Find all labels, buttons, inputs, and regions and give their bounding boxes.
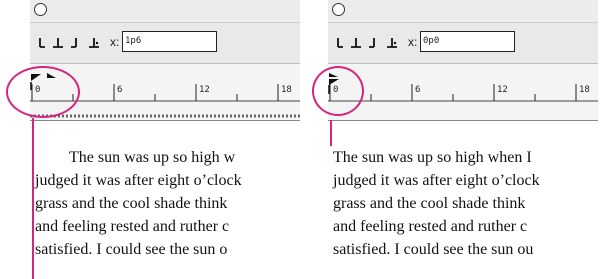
ruler-number: 12 [199,85,210,95]
tabs-toolbar: x: 0p0 [328,23,598,64]
text-line: satisfied. I could see the sun o [35,241,228,258]
x-position-label: x: [408,35,418,49]
text-line: The sun was up so high when I [333,149,532,166]
tabs-panel-after: x: 0p0 0 6 12 18 The sun was up so high … [328,0,598,279]
align-to-decimal-tab-icon[interactable] [86,35,101,51]
tabs-panel-before: x: 1p6 0 6 12 18 The sun was up so high … [30,0,300,279]
text-line: and feeling rested and ruther c [333,218,528,235]
center-justified-tab-icon[interactable] [50,35,65,51]
indent-guide-line [32,118,34,279]
panel-titlebar [30,0,300,23]
text-line: The sun was up so high w [69,149,236,166]
ruler-number: 18 [579,85,590,95]
align-to-decimal-tab-icon[interactable] [384,35,399,51]
story-text: The sun was up so high when I judged it … [333,146,598,261]
ruler-number: 6 [117,85,123,95]
text-line: grass and the cool shade think [35,195,228,212]
x-position-field[interactable]: 0p0 [420,31,515,52]
x-position-label: x: [110,35,120,49]
tabs-toolbar: x: 1p6 [30,23,300,64]
highlight-circle [6,66,80,118]
indent-guide-line [330,120,332,146]
left-justified-tab-icon[interactable] [330,35,345,51]
close-button[interactable] [34,3,47,16]
ruler-number: 18 [281,85,292,95]
text-line: satisfied. I could see the sun ou [333,241,534,258]
close-button[interactable] [332,3,345,16]
ruler-number: 6 [415,85,421,95]
right-justified-tab-icon[interactable] [366,35,381,51]
text-line: judged it was after eight o’clock [333,172,540,189]
right-justified-tab-icon[interactable] [68,35,83,51]
tab-ruler[interactable]: 0 6 12 18 [328,64,598,121]
ruler-number: 12 [497,85,508,95]
ruler-ticks [328,73,598,102]
text-line: grass and the cool shade think [333,195,526,212]
text-line: judged it was after eight o’clock [35,172,242,189]
center-justified-tab-icon[interactable] [348,35,363,51]
highlight-circle [312,66,364,116]
x-position-field[interactable]: 1p6 [122,31,217,52]
story-text: The sun was up so high w judged it was a… [35,146,300,261]
text-line: and feeling rested and ruther c [35,218,230,235]
left-justified-tab-icon[interactable] [32,35,47,51]
panel-titlebar [328,0,598,23]
